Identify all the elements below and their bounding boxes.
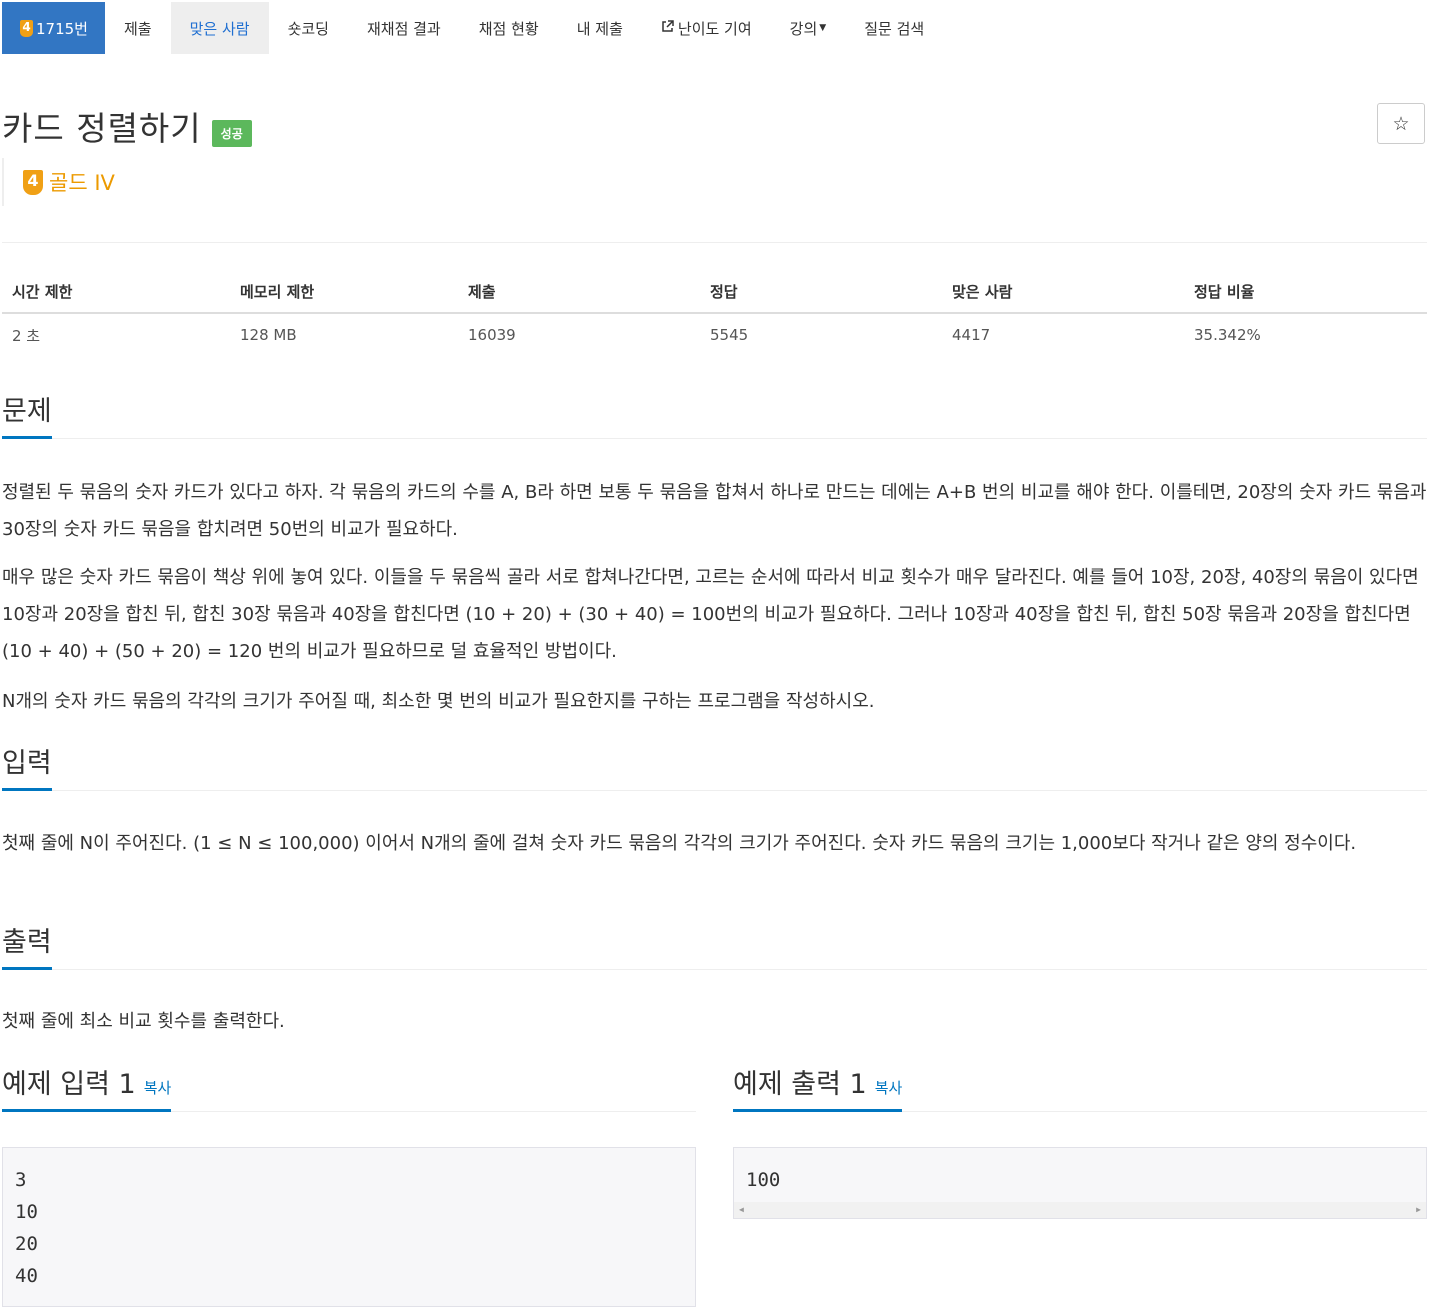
nav-difficulty-label: 난이도 기여 (677, 19, 752, 38)
header-submissions: 제출 (458, 270, 700, 314)
value-memory-limit: 128 MB (240, 326, 297, 344)
header-accepted: 정답 (700, 270, 942, 314)
problem-tier: 4 골드 IV (2, 158, 115, 206)
copy-output-link[interactable]: 복사 (875, 1079, 903, 1097)
star-icon: ☆ (1392, 112, 1410, 135)
scroll-right-icon[interactable]: ▶ (1416, 1205, 1421, 1214)
value-submissions: 16039 (468, 326, 516, 344)
header-accepted-users: 맞은 사람 (942, 270, 1184, 314)
problem-title: 카드 정렬하기 (2, 109, 202, 148)
divider (2, 242, 1427, 243)
title-row: 카드 정렬하기 성공 (2, 102, 252, 150)
sample-input-box[interactable]: 3 10 20 40 (2, 1147, 696, 1307)
header-memory-limit: 메모리 제한 (230, 270, 458, 314)
nav-lectures-dropdown[interactable]: 강의 ▼ (771, 2, 846, 54)
nav-status[interactable]: 채점 현황 (460, 2, 558, 54)
value-accepted-users: 4417 (952, 326, 991, 344)
scroll-left-icon[interactable]: ◀ (739, 1205, 744, 1214)
tier-badge-icon: 4 (20, 19, 33, 37)
nav-difficulty-contribution[interactable]: 난이도 기여 (642, 2, 771, 54)
description-section-header: 문제 (2, 396, 1427, 440)
horizontal-scrollbar[interactable]: ◀ ▶ (734, 1202, 1426, 1218)
description-title: 문제 (2, 396, 52, 440)
nav-rejudge-results[interactable]: 재채점 결과 (348, 2, 460, 54)
description-paragraph-1: 정렬된 두 묶음의 숫자 카드가 있다고 하자. 각 묶음의 카드의 수를 A,… (2, 482, 1427, 540)
problem-nav: 4 1715번 제출 맞은 사람 숏코딩 재채점 결과 채점 현황 내 제출 난… (2, 2, 943, 54)
favorite-button[interactable]: ☆ (1377, 103, 1425, 144)
nav-accepted-users[interactable]: 맞은 사람 (170, 2, 269, 54)
external-link-icon (661, 19, 674, 37)
nav-problem-id: 1715번 (36, 19, 88, 38)
table-row: 2 초 128 MB 16039 5545 4417 35.342% (2, 313, 1427, 356)
caret-down-icon: ▼ (819, 23, 827, 33)
sample-input-content: 3 10 20 40 (15, 1169, 38, 1287)
description-paragraph-2: 매우 많은 숫자 카드 묶음이 책상 위에 놓여 있다. 이들을 두 묶음씩 골… (2, 567, 1419, 662)
sample-input-header: 예제 입력 1 복사 (2, 1069, 696, 1113)
value-time-limit: 2 초 (12, 326, 41, 345)
nav-short-coding[interactable]: 숏코딩 (269, 2, 348, 54)
tier-name[interactable]: 골드 IV (49, 167, 115, 197)
value-accepted: 5545 (710, 326, 749, 344)
input-description: 첫째 줄에 N이 주어진다. (1 ≤ N ≤ 100,000) 이어서 N개의… (2, 833, 1357, 854)
nav-my-submissions[interactable]: 내 제출 (558, 2, 642, 54)
input-section-header: 입력 (2, 748, 1427, 792)
output-section-header: 출력 (2, 927, 1427, 971)
problem-info-table: 시간 제한 메모리 제한 제출 정답 맞은 사람 정답 비율 2 초 128 M… (2, 270, 1427, 356)
sample-output-header: 예제 출력 1 복사 (733, 1069, 1427, 1113)
table-header-row: 시간 제한 메모리 제한 제출 정답 맞은 사람 정답 비율 (2, 270, 1427, 314)
copy-input-link[interactable]: 복사 (144, 1079, 172, 1097)
nav-question-search[interactable]: 질문 검색 (845, 2, 943, 54)
tier-shield-icon: 4 (23, 169, 43, 195)
header-accept-ratio: 정답 비율 (1184, 270, 1427, 314)
sample-output-box[interactable]: 100 ◀ ▶ (733, 1147, 1427, 1219)
output-description: 첫째 줄에 최소 비교 횟수를 출력한다. (2, 1011, 285, 1032)
sample-output-title: 예제 출력 1 복사 (733, 1069, 903, 1113)
value-accept-ratio: 35.342% (1194, 326, 1261, 344)
input-title: 입력 (2, 748, 52, 792)
header-time-limit: 시간 제한 (2, 270, 230, 314)
nav-problem-number[interactable]: 4 1715번 (2, 2, 105, 54)
output-title: 출력 (2, 927, 52, 971)
nav-submit[interactable]: 제출 (105, 2, 171, 54)
nav-lectures-label: 강의 (789, 19, 818, 38)
description-paragraph-3: N개의 숫자 카드 묶음의 각각의 크기가 주어질 때, 최소한 몇 번의 비교… (2, 691, 875, 712)
sample-input-title: 예제 입력 1 복사 (2, 1069, 172, 1113)
status-badge: 성공 (211, 119, 252, 147)
